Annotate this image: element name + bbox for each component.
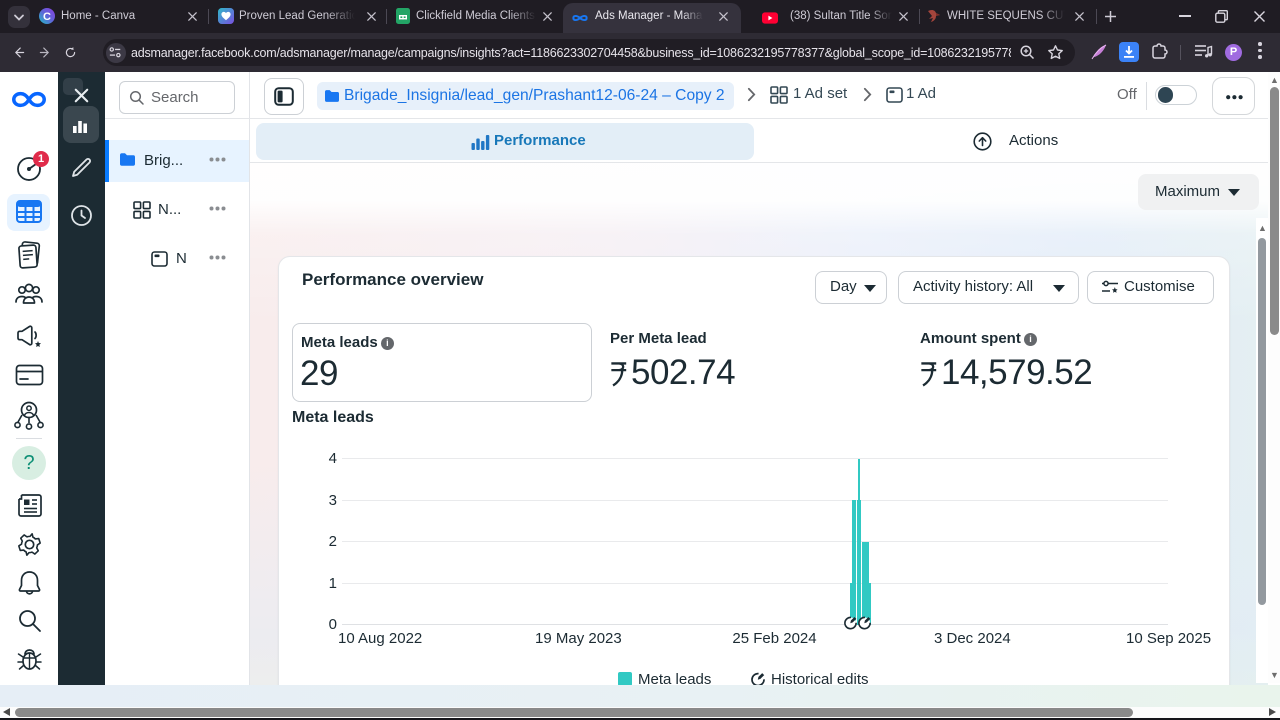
svg-text:C: C [43, 11, 51, 23]
